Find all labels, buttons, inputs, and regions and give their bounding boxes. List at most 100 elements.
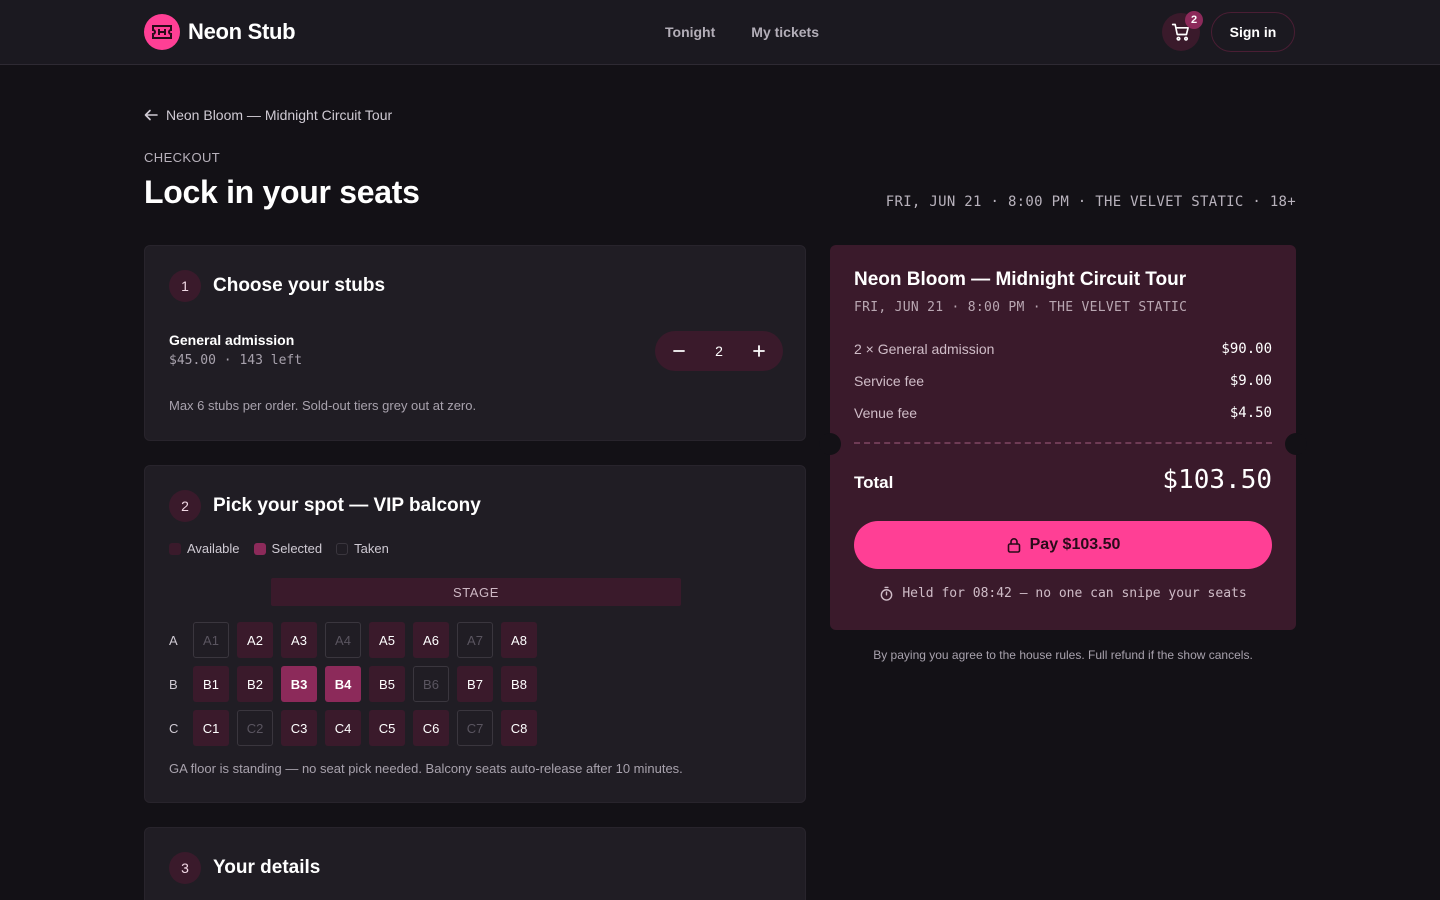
seat-c7: C7 bbox=[457, 710, 493, 746]
back-link[interactable]: Neon Bloom — Midnight Circuit Tour bbox=[144, 107, 392, 123]
seat-c1[interactable]: C1 bbox=[193, 710, 229, 746]
line-item: 2 × General admission $90.00 bbox=[854, 341, 1272, 357]
pay-button-label: Pay $103.50 bbox=[1029, 536, 1121, 553]
seat-a3[interactable]: A3 bbox=[281, 622, 317, 658]
top-nav: Neon Stub Tonight My tickets 2 Sign in bbox=[0, 0, 1440, 65]
legend-label: Taken bbox=[354, 541, 389, 556]
order-summary: Neon Bloom — Midnight Circuit Tour FRI, … bbox=[819, 245, 1307, 630]
seat-a6[interactable]: A6 bbox=[413, 622, 449, 658]
seat-b8[interactable]: B8 bbox=[501, 666, 537, 702]
summary-title: Neon Bloom — Midnight Circuit Tour bbox=[854, 269, 1187, 290]
nav-links: Tonight My tickets bbox=[665, 24, 819, 40]
arrow-left-icon bbox=[144, 109, 158, 121]
line-item-label: 2 × General admission bbox=[854, 341, 995, 357]
summary-meta: FRI, JUN 21 · 8:00 PM · THE VELVET STATI… bbox=[854, 300, 1188, 315]
brand-name: Neon Stub bbox=[188, 19, 296, 44]
plus-icon bbox=[753, 345, 765, 357]
hold-timer-text: Held for 08:42 — no one can snipe your s… bbox=[902, 586, 1247, 601]
nav-link-my-tickets[interactable]: My tickets bbox=[751, 24, 819, 40]
seat-b1[interactable]: B1 bbox=[193, 666, 229, 702]
seat-row: B B1 B2 B3 B4 B5 B6 B7 B8 bbox=[169, 666, 545, 702]
balcony-note: GA floor is standing — no seat pick need… bbox=[169, 761, 683, 776]
step-title: Choose your stubs bbox=[213, 275, 386, 296]
seat-c5[interactable]: C5 bbox=[369, 710, 405, 746]
cart-count-badge: 2 bbox=[1185, 11, 1203, 29]
seat-legend: Available Selected Taken bbox=[169, 541, 389, 556]
step-2-header: 2 Pick your spot — VIP balcony bbox=[169, 490, 481, 522]
seat-c3[interactable]: C3 bbox=[281, 710, 317, 746]
selected-swatch bbox=[253, 542, 266, 555]
lock-icon bbox=[1007, 538, 1020, 553]
seat-a7: A7 bbox=[457, 622, 493, 658]
legend-label: Selected bbox=[271, 541, 323, 556]
seat-a1: A1 bbox=[193, 622, 229, 658]
quantity-stepper: 2 bbox=[655, 331, 783, 371]
legend-taken: Taken bbox=[336, 541, 389, 556]
legend-label: Available bbox=[187, 541, 240, 556]
line-item: Venue fee $4.50 bbox=[854, 405, 1272, 421]
nav-link-tonight[interactable]: Tonight bbox=[665, 24, 715, 40]
step-1-card: 1 Choose your stubs General admission $4… bbox=[144, 245, 806, 441]
page-title: Lock in your seats bbox=[144, 174, 420, 210]
event-meta: FRI, JUN 21 · 8:00 PM · THE VELVET STATI… bbox=[885, 194, 1296, 210]
seat-b4[interactable]: B4 bbox=[325, 666, 361, 702]
line-item-amount: $9.00 bbox=[1229, 373, 1272, 389]
step-3-header: 3 Your details bbox=[169, 852, 320, 884]
back-link-label: Neon Bloom — Midnight Circuit Tour bbox=[166, 107, 393, 123]
legend-selected: Selected bbox=[253, 541, 323, 556]
total-amount: $103.50 bbox=[1162, 465, 1272, 495]
row-label: B bbox=[169, 676, 178, 692]
pay-button[interactable]: Pay $103.50 bbox=[854, 521, 1272, 569]
seat-b6: B6 bbox=[413, 666, 449, 702]
seat-a8[interactable]: A8 bbox=[501, 622, 537, 658]
seat-a2[interactable]: A2 bbox=[237, 622, 273, 658]
total-label: Total bbox=[854, 473, 894, 492]
stopwatch-icon bbox=[880, 586, 893, 601]
stage-label: STAGE bbox=[271, 578, 681, 606]
step-number: 2 bbox=[169, 490, 201, 522]
sign-in-button[interactable]: Sign in bbox=[1211, 12, 1295, 52]
tier-meta: $45.00 · 143 left bbox=[169, 353, 303, 368]
seat-b2[interactable]: B2 bbox=[237, 666, 273, 702]
page-eyebrow: CHECKOUT bbox=[144, 150, 221, 165]
step-2-card: 2 Pick your spot — VIP balcony Available… bbox=[144, 465, 806, 803]
increment-button[interactable] bbox=[749, 341, 769, 361]
seat-c2: C2 bbox=[237, 710, 273, 746]
stub-limit-note: Max 6 stubs per order. Sold-out tiers gr… bbox=[169, 398, 477, 413]
legend-available: Available bbox=[169, 541, 240, 556]
hold-timer: Held for 08:42 — no one can snipe your s… bbox=[830, 586, 1296, 601]
ticket-notch-right bbox=[1285, 433, 1307, 455]
seat-a5[interactable]: A5 bbox=[369, 622, 405, 658]
perforation-divider bbox=[854, 442, 1272, 444]
seat-b3[interactable]: B3 bbox=[281, 666, 317, 702]
taken-swatch bbox=[336, 542, 349, 555]
available-swatch bbox=[169, 542, 181, 555]
seat-c6[interactable]: C6 bbox=[413, 710, 449, 746]
minus-icon bbox=[673, 350, 685, 352]
line-item: Service fee $9.00 bbox=[854, 373, 1272, 389]
seat-a4: A4 bbox=[325, 622, 361, 658]
line-item-label: Service fee bbox=[854, 373, 925, 389]
step-title: Pick your spot — VIP balcony bbox=[213, 495, 481, 516]
legal-note: By paying you agree to the house rules. … bbox=[873, 648, 1253, 662]
decrement-button[interactable] bbox=[669, 341, 689, 361]
seat-row: A A1 A2 A3 A4 A5 A6 A7 A8 bbox=[169, 622, 545, 658]
seat-row: C C1 C2 C3 C4 C5 C6 C7 C8 bbox=[169, 710, 545, 746]
seat-b5[interactable]: B5 bbox=[369, 666, 405, 702]
line-item-amount: $4.50 bbox=[1229, 405, 1272, 421]
step-number: 3 bbox=[169, 852, 201, 884]
brand[interactable]: Neon Stub bbox=[144, 14, 296, 50]
quantity-value: 2 bbox=[715, 343, 723, 359]
seat-c4[interactable]: C4 bbox=[325, 710, 361, 746]
row-label: A bbox=[169, 632, 178, 648]
row-label: C bbox=[169, 720, 179, 736]
line-item-amount: $90.00 bbox=[1221, 341, 1272, 357]
tier-name: General admission bbox=[169, 332, 295, 348]
step-1-header: 1 Choose your stubs bbox=[169, 270, 385, 302]
seat-c8[interactable]: C8 bbox=[501, 710, 537, 746]
step-title: Your details bbox=[213, 857, 321, 878]
ticket-logo-icon bbox=[144, 14, 180, 50]
ticket-notch-left bbox=[819, 433, 841, 455]
step-3-card: 3 Your details bbox=[144, 827, 806, 900]
seat-b7[interactable]: B7 bbox=[457, 666, 493, 702]
